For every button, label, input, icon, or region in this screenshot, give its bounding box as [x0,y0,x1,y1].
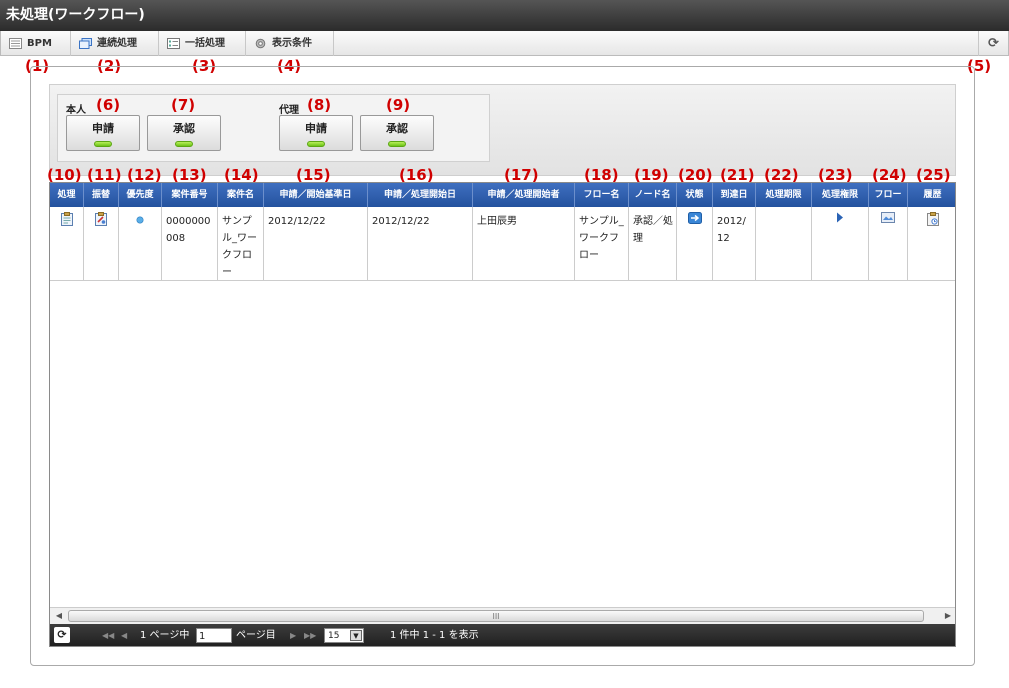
callout-6: (6) [96,96,121,114]
self-apply-button[interactable]: 申請 [66,115,140,151]
history-clipboard-icon[interactable] [926,212,939,226]
cell-flow [869,207,908,281]
cell-base-date: 2012/12/22 [264,207,368,281]
cell-authority [812,207,869,281]
callout-7: (7) [171,96,196,114]
cell-start-date: 2012/12/22 [368,207,473,281]
self-approve-label: 承認 [173,122,195,135]
proxy-group-label: 代理 [279,105,299,116]
col-header-matter-number[interactable]: 案件番号 [162,183,218,207]
display-conditions-label: 表示条件 [272,38,312,49]
gear-icon [255,38,266,49]
horizontal-scrollbar[interactable]: ◀ III ▶ [50,607,955,624]
table-row[interactable]: 0000000008 サンプル_ワークフロー 2012/12/22 2012/1… [50,207,955,281]
proxy-approve-button[interactable]: 承認 [360,115,434,151]
page-prefix-label: 1 ページ中 [140,630,190,641]
col-header-flow-name[interactable]: フロー名 [575,183,629,207]
status-led-icon [307,141,325,147]
chevron-down-icon[interactable]: ▼ [350,630,362,641]
proxy-approve-label: 承認 [386,122,408,135]
col-header-starter[interactable]: 申請／処理開始者 [473,183,575,207]
next-page-icon[interactable]: ▶ [290,624,296,646]
status-arrow-icon [687,212,702,224]
page-size-value: 15 [328,631,340,641]
scroll-grip-icon: III [492,612,500,621]
callout-8: (8) [307,96,332,114]
scroll-right-icon[interactable]: ▶ [940,608,955,624]
transfer-clipboard-icon[interactable] [95,212,107,226]
callout-9: (9) [386,96,411,114]
page-suffix-label: ページ目 [236,630,276,641]
col-header-node-name[interactable]: ノード名 [629,183,677,207]
priority-dot-icon [136,216,144,224]
col-header-flow[interactable]: フロー [869,183,908,207]
cell-priority [119,207,162,281]
self-apply-label: 申請 [92,122,114,135]
toolbar: BPM 連続処理 一括処理 表示条件 ⟳ [0,31,1009,56]
batch-process-label: 一括処理 [185,38,225,49]
cell-status [677,207,713,281]
col-header-deadline[interactable]: 処理期限 [756,183,812,207]
col-header-history[interactable]: 履歴 [908,183,955,207]
continuous-process-button[interactable]: 連続処理 [71,31,159,56]
list-icon [9,38,22,49]
clipboard-icon[interactable] [60,212,73,226]
col-header-matter-name[interactable]: 案件名 [218,183,264,207]
cell-node-name: 承認／処理 [629,207,677,281]
proxy-apply-label: 申請 [305,122,327,135]
cell-arrival: 2012/12 [713,207,756,281]
cell-history [908,207,955,281]
grid-header: 処理 振替 優先度 案件番号 案件名 申請／開始基準日 申請／処理開始日 申請／… [50,183,955,207]
col-header-start-date[interactable]: 申請／処理開始日 [368,183,473,207]
continuous-process-label: 連続処理 [97,38,137,49]
first-page-icon[interactable]: ◀◀ [102,624,114,646]
pager-refresh-icon[interactable]: ⟳ [54,627,70,643]
col-header-priority[interactable]: 優先度 [119,183,162,207]
workflow-grid: 処理 振替 優先度 案件番号 案件名 申請／開始基準日 申請／処理開始日 申請／… [49,182,956,647]
scroll-thumb[interactable]: III [68,610,924,622]
record-summary: 1 件中 1 - 1 を表示 [390,630,479,641]
cell-matter-number: 0000000008 [162,207,218,281]
pager-bar: ⟳ ◀◀ ◀ 1 ページ中 1 ページ目 ▶ ▶▶ 15 ▼ 1 件中 1 - … [50,624,955,646]
cell-deadline [756,207,812,281]
col-header-arrival[interactable]: 到達日 [713,183,756,207]
col-header-transfer[interactable]: 振替 [84,183,119,207]
batch-process-button[interactable]: 一括処理 [159,31,246,56]
windows-icon [79,38,92,49]
bpm-label: BPM [27,38,52,49]
self-group-label: 本人 [66,105,86,116]
self-approve-button[interactable]: 承認 [147,115,221,151]
col-header-status[interactable]: 状態 [677,183,713,207]
refresh-button[interactable]: ⟳ [978,31,1008,56]
flow-image-icon[interactable] [881,212,895,223]
page-number-input[interactable]: 1 [196,628,232,643]
status-led-icon [388,141,406,147]
cell-process [50,207,84,281]
page-size-select[interactable]: 15 ▼ [324,628,364,643]
checklist-icon [167,38,180,49]
window-title: 未処理(ワークフロー) [0,0,1009,31]
display-conditions-button[interactable]: 表示条件 [246,31,334,56]
cell-transfer [84,207,119,281]
proxy-apply-button[interactable]: 申請 [279,115,353,151]
prev-page-icon[interactable]: ◀ [121,624,127,646]
expand-arrow-icon[interactable] [836,212,844,223]
status-led-icon [94,141,112,147]
cell-matter-name: サンプル_ワークフロー [218,207,264,281]
col-header-authority[interactable]: 処理権限 [812,183,869,207]
scroll-left-icon[interactable]: ◀ [51,608,67,624]
last-page-icon[interactable]: ▶▶ [304,624,316,646]
refresh-icon: ⟳ [988,36,999,51]
cell-flow-name: サンプル_ワークフロー [575,207,629,281]
cell-starter: 上田辰男 [473,207,575,281]
status-led-icon [175,141,193,147]
col-header-base-date[interactable]: 申請／開始基準日 [264,183,368,207]
col-header-process[interactable]: 処理 [50,183,84,207]
bpm-button[interactable]: BPM [1,31,71,56]
